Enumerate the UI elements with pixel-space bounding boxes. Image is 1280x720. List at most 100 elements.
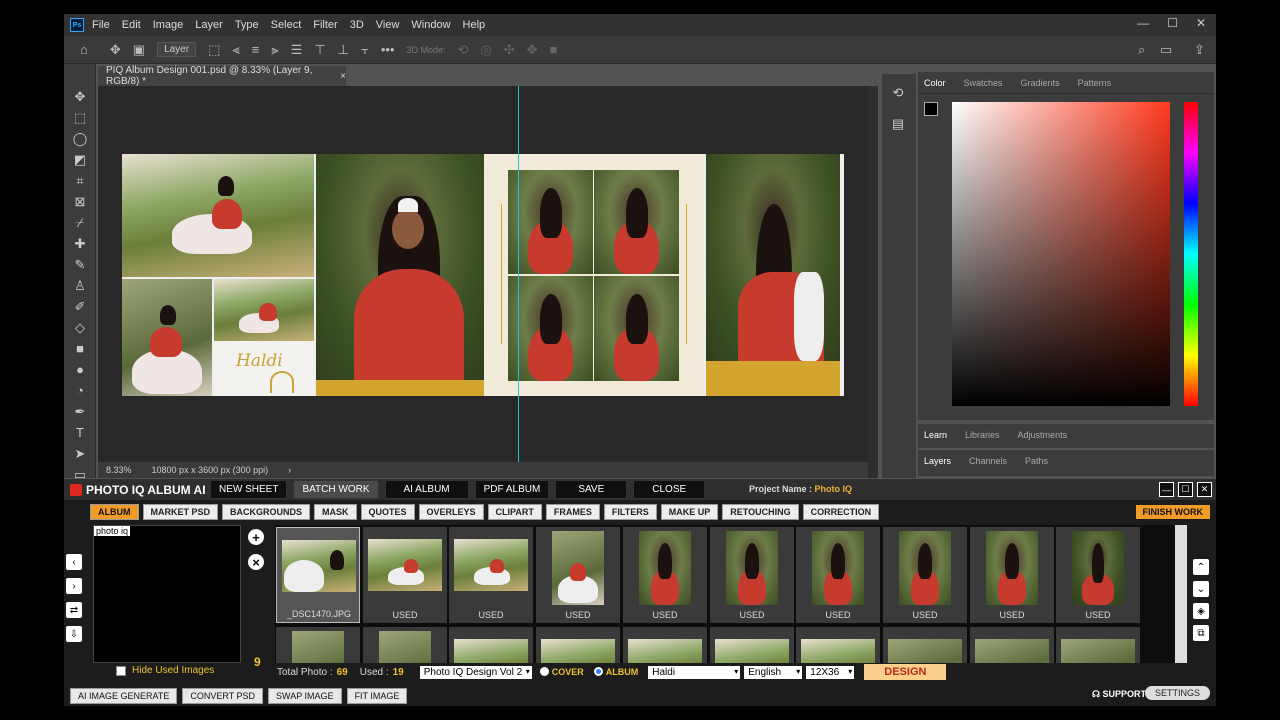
- crop-tool-icon[interactable]: ⌗: [64, 170, 96, 191]
- category-frames[interactable]: FRAMES: [545, 504, 600, 520]
- category-quotes[interactable]: QUOTES: [360, 504, 415, 520]
- tab-channels[interactable]: Channels: [969, 456, 1007, 472]
- healing-brush-icon[interactable]: ✚: [64, 233, 96, 254]
- pdf-album-button[interactable]: PDF ALBUM: [474, 480, 550, 499]
- ai-album-button[interactable]: AI ALBUM: [384, 480, 469, 499]
- color-field[interactable]: [952, 102, 1170, 406]
- category-retouching[interactable]: RETOUCHING: [722, 504, 799, 520]
- convert-psd-button[interactable]: CONVERT PSD: [182, 687, 264, 704]
- menu-view[interactable]: View: [376, 19, 400, 31]
- marquee-tool-icon[interactable]: ⬚: [64, 107, 96, 128]
- arrow-right-icon[interactable]: ›: [66, 578, 82, 594]
- menu-image[interactable]: Image: [153, 19, 184, 31]
- plugin-minimize-icon[interactable]: —: [1159, 482, 1174, 497]
- object-select-tool-icon[interactable]: ◩: [64, 149, 96, 170]
- foreground-swatch[interactable]: [924, 102, 938, 116]
- remove-photo-button[interactable]: ×: [248, 554, 264, 570]
- tab-patterns[interactable]: Patterns: [1078, 78, 1112, 93]
- more-options-icon[interactable]: •••: [381, 42, 395, 57]
- thumbnail-item[interactable]: USED: [449, 527, 533, 623]
- menu-3d[interactable]: 3D: [350, 19, 364, 31]
- move-tool-icon[interactable]: ✥: [110, 42, 121, 58]
- search-icon[interactable]: ⌕: [1138, 42, 1145, 58]
- menu-help[interactable]: Help: [463, 19, 486, 31]
- history-brush-icon[interactable]: ✐: [64, 296, 96, 317]
- menu-file[interactable]: File: [92, 19, 110, 31]
- pen-tool-icon[interactable]: ✒: [64, 401, 96, 422]
- language-select[interactable]: English: [744, 665, 803, 679]
- album-radio[interactable]: ALBUM: [593, 667, 638, 678]
- category-overleys[interactable]: OVERLEYS: [418, 504, 484, 520]
- thumbnail-item[interactable]: USED: [970, 527, 1054, 623]
- auto-select-icon[interactable]: ▣: [133, 42, 145, 58]
- align-top-icon[interactable]: ⊤: [314, 42, 325, 58]
- thumbnail-item[interactable]: USED: [710, 527, 794, 623]
- dodge-tool-icon[interactable]: ◔: [64, 380, 96, 401]
- chevron-down-icon[interactable]: ⌄: [1193, 581, 1209, 597]
- menu-type[interactable]: Type: [235, 19, 259, 31]
- brush-tool-icon[interactable]: ✎: [64, 254, 96, 275]
- thumbnail-item[interactable]: [536, 627, 620, 663]
- ai-image-generate-button[interactable]: AI IMAGE GENERATE: [70, 687, 178, 704]
- frame-tool-icon[interactable]: ⊠: [64, 191, 96, 212]
- align-right-icon[interactable]: ⫸: [271, 42, 278, 58]
- design-button[interactable]: DESIGN: [864, 664, 947, 680]
- hide-used-checkbox[interactable]: Hide Used Images: [116, 665, 214, 676]
- maximize-icon[interactable]: ☐: [1167, 16, 1178, 30]
- menu-edit[interactable]: Edit: [122, 19, 141, 31]
- transform-controls-icon[interactable]: ⬚: [208, 42, 220, 58]
- workspace-icon[interactable]: ▭: [1160, 42, 1172, 58]
- save-button[interactable]: SAVE: [555, 480, 628, 499]
- thumbnail-item[interactable]: _DSC1470.JPG: [276, 527, 360, 623]
- history-icon[interactable]: ⟲: [882, 82, 914, 103]
- category-clipart[interactable]: CLIPART: [487, 504, 542, 520]
- thumbnail-item[interactable]: USED: [796, 527, 880, 623]
- thumbnail-item[interactable]: [363, 627, 447, 663]
- share-icon[interactable]: ⇪: [1194, 42, 1205, 58]
- move-tool-icon[interactable]: ✥: [64, 86, 96, 107]
- thumbnail-item[interactable]: USED: [1056, 527, 1140, 623]
- canvas-scrollbar[interactable]: [868, 86, 878, 478]
- category-filters[interactable]: FILTERS: [603, 504, 657, 520]
- align-center-icon[interactable]: ≡: [252, 42, 260, 57]
- menu-layer[interactable]: Layer: [195, 19, 223, 31]
- chevron-right-icon[interactable]: ›: [288, 465, 291, 475]
- document-tab[interactable]: PIQ Album Design 001.psd @ 8.33% (Layer …: [98, 65, 346, 87]
- category-album[interactable]: ALBUM: [90, 504, 139, 520]
- lasso-tool-icon[interactable]: ◯: [64, 128, 96, 149]
- radio-selected-icon[interactable]: [593, 667, 603, 677]
- thumbnail-item[interactable]: USED: [623, 527, 707, 623]
- design-select[interactable]: Photo IQ Design Vol 2: [419, 665, 532, 679]
- plugin-maximize-icon[interactable]: ☐: [1178, 482, 1193, 497]
- menu-select[interactable]: Select: [271, 19, 302, 31]
- event-select[interactable]: Haldi: [648, 665, 741, 679]
- chevron-up-icon[interactable]: ⌃: [1193, 559, 1209, 575]
- category-mask[interactable]: MASK: [314, 504, 357, 520]
- copy-icon[interactable]: ⧉: [1193, 625, 1209, 641]
- tab-layers[interactable]: Layers: [924, 456, 951, 472]
- thumbnail-item[interactable]: [883, 627, 967, 663]
- category-backgrounds[interactable]: BACKGROUNDS: [222, 504, 311, 520]
- hue-slider[interactable]: [1184, 102, 1198, 406]
- thumbnail-item[interactable]: USED: [536, 527, 620, 623]
- zoom-level[interactable]: 8.33%: [106, 465, 132, 475]
- add-photo-button[interactable]: +: [248, 529, 264, 545]
- thumbnail-scrollbar[interactable]: [1175, 525, 1187, 663]
- canvas-area[interactable]: Haldi: [98, 86, 868, 462]
- batch-work-button[interactable]: BATCH WORK: [293, 480, 379, 499]
- fit-image-button[interactable]: FIT IMAGE: [346, 687, 408, 704]
- tab-adjustments[interactable]: Adjustments: [1018, 430, 1068, 446]
- tab-libraries[interactable]: Libraries: [965, 430, 1000, 446]
- category-market-psd[interactable]: MARKET PSD: [142, 504, 219, 520]
- type-tool-icon[interactable]: T: [64, 422, 96, 443]
- align-left-icon[interactable]: ⫷: [232, 42, 239, 58]
- size-select[interactable]: 12X36: [806, 665, 855, 679]
- close-button[interactable]: CLOSE: [633, 480, 706, 499]
- gradient-tool-icon[interactable]: ■: [64, 338, 96, 359]
- stamp-tool-icon[interactable]: ♙: [64, 275, 96, 296]
- blur-tool-icon[interactable]: ●: [64, 359, 96, 380]
- swap-image-button[interactable]: SWAP IMAGE: [268, 687, 342, 704]
- align-middle-icon[interactable]: ⊥: [338, 42, 349, 58]
- new-sheet-button[interactable]: NEW SHEET: [210, 480, 288, 499]
- properties-icon[interactable]: ▤: [882, 113, 914, 134]
